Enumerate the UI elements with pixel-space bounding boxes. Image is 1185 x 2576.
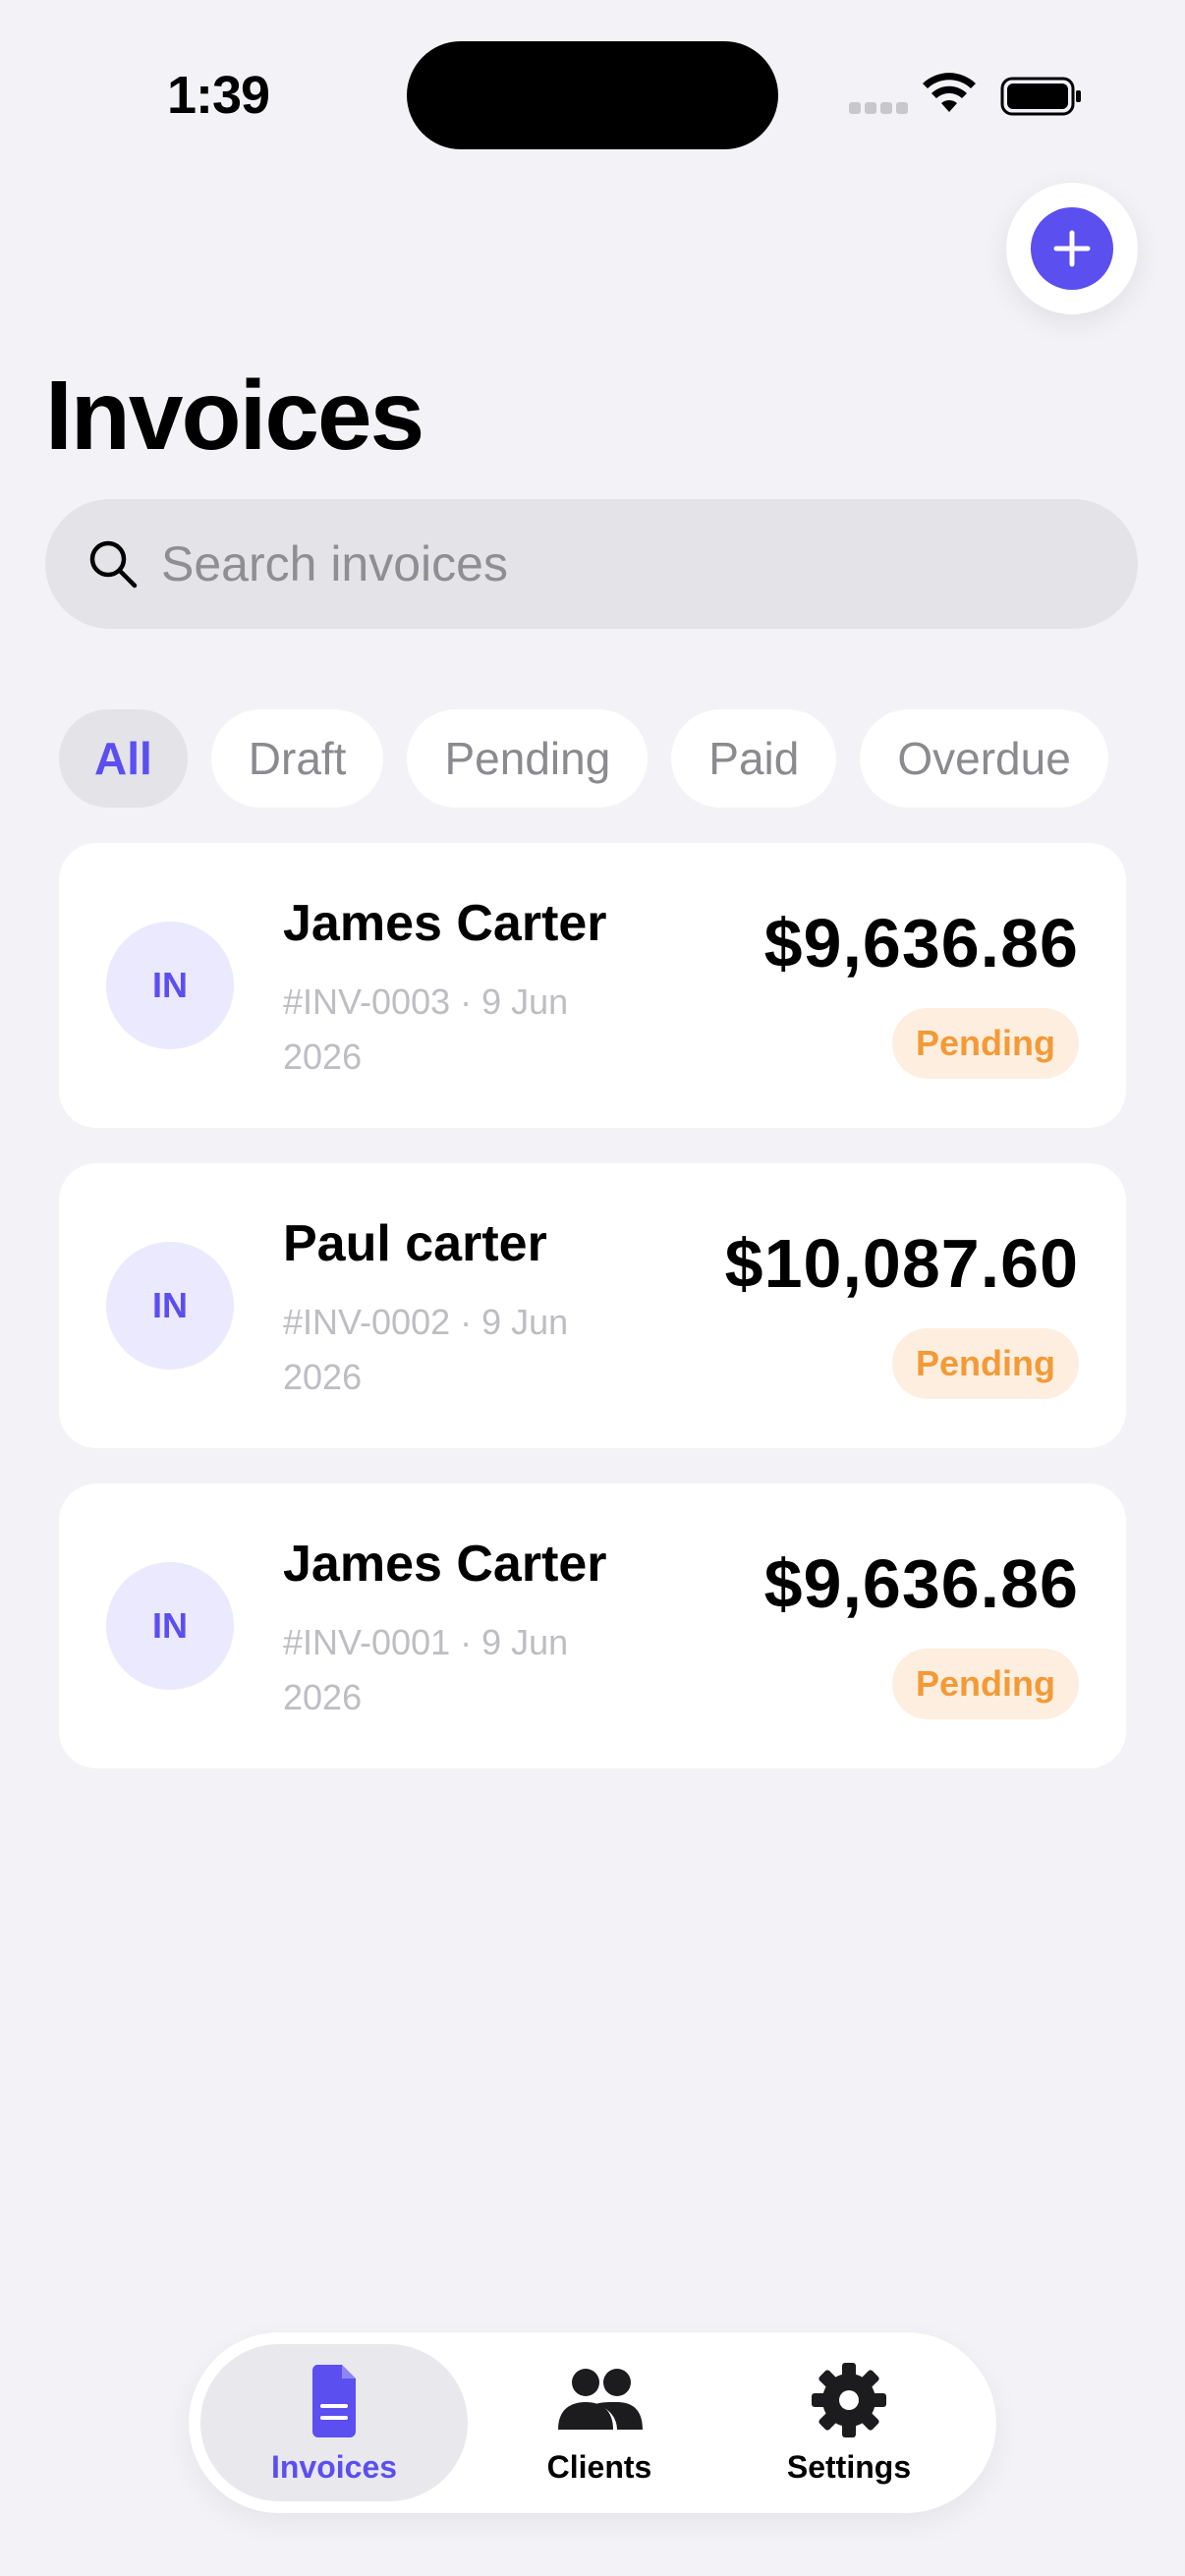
search-icon (89, 540, 138, 588)
status-badge: Pending (892, 1328, 1079, 1399)
tab-settings[interactable]: Settings (731, 2344, 967, 2501)
filter-chip-pending[interactable]: Pending (407, 709, 649, 808)
status-badge: Pending (892, 1649, 1079, 1719)
invoice-amount: $9,636.86 (763, 905, 1079, 981)
invoices-screen: 1:39 Invoices All Draft Pending Paid Ove… (0, 0, 1185, 2576)
search-input[interactable] (161, 535, 1045, 592)
tab-clients[interactable]: Clients (481, 2344, 717, 2501)
tab-label: Clients (546, 2448, 652, 2485)
tab-bar: Invoices Clients Settings (189, 2332, 996, 2513)
cellular-signal-icon (849, 102, 908, 114)
people-icon (558, 2368, 643, 2430)
invoice-amount: $9,636.86 (763, 1545, 1079, 1622)
add-invoice-button[interactable] (1006, 183, 1138, 314)
client-avatar: IN (106, 1242, 234, 1370)
search-bar[interactable] (45, 499, 1138, 629)
status-filter-bar: All Draft Pending Paid Overdue (59, 709, 1108, 808)
filter-chip-all[interactable]: All (59, 709, 188, 808)
gear-icon (812, 2362, 886, 2437)
document-icon (311, 2364, 356, 2437)
status-time: 1:39 (167, 66, 270, 125)
client-name: Paul carter (283, 1215, 547, 1272)
plus-icon (1031, 207, 1113, 290)
tab-label: Settings (786, 2448, 912, 2485)
invoice-card[interactable]: IN James Carter #INV-0001 · 9 Jun 2026 $… (59, 1484, 1126, 1768)
filter-chip-draft[interactable]: Draft (210, 709, 384, 808)
invoice-amount: $10,087.60 (724, 1225, 1079, 1302)
dynamic-island (407, 41, 778, 149)
invoice-card[interactable]: IN James Carter #INV-0003 · 9 Jun 2026 $… (59, 843, 1126, 1128)
wifi-icon (923, 73, 976, 112)
battery-icon (1000, 77, 1081, 116)
tab-invoices[interactable]: Invoices (200, 2344, 468, 2501)
status-badge: Pending (892, 1008, 1079, 1079)
client-name: James Carter (283, 1536, 607, 1593)
filter-chip-overdue[interactable]: Overdue (860, 709, 1108, 808)
invoice-meta: #INV-0002 · 9 Jun 2026 (283, 1302, 569, 1397)
client-avatar: IN (106, 1562, 234, 1690)
invoice-meta: #INV-0003 · 9 Jun 2026 (283, 981, 569, 1077)
tab-label: Invoices (270, 2448, 398, 2485)
filter-chip-paid[interactable]: Paid (671, 709, 837, 808)
client-avatar: IN (106, 922, 234, 1049)
page-title: Invoices (45, 361, 424, 471)
invoice-meta: #INV-0001 · 9 Jun 2026 (283, 1622, 569, 1717)
client-name: James Carter (283, 895, 607, 952)
invoice-card[interactable]: IN Paul carter #INV-0002 · 9 Jun 2026 $1… (59, 1163, 1126, 1448)
